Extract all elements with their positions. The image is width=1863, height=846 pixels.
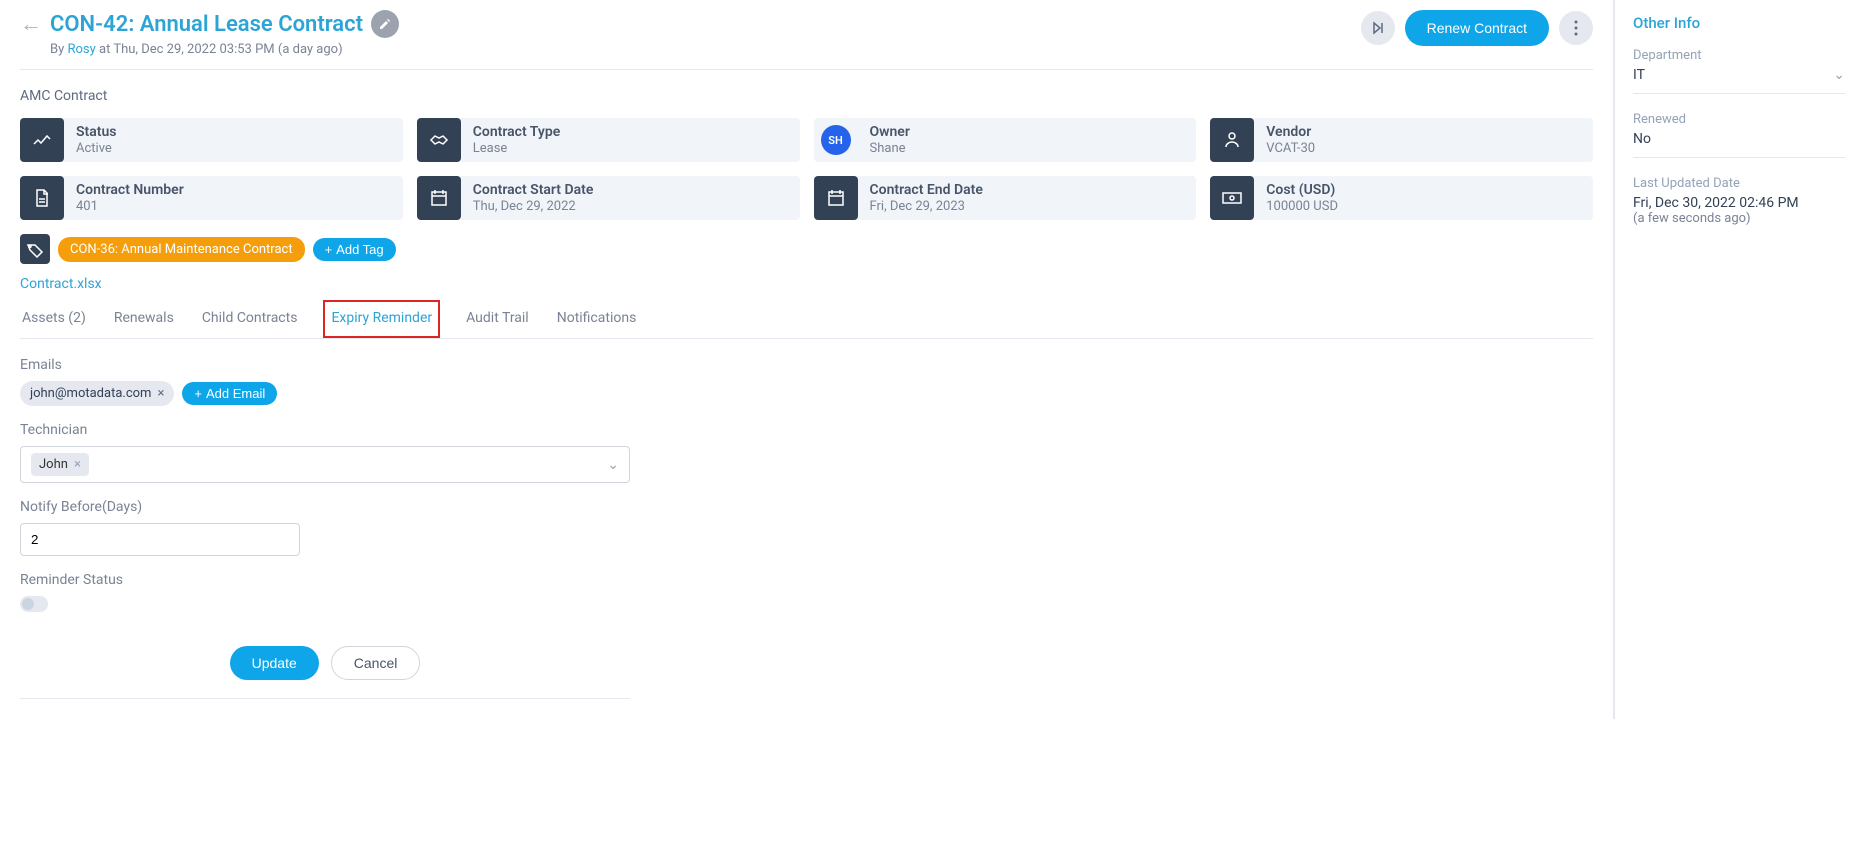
tab-renewals[interactable]: Renewals: [112, 300, 176, 338]
remove-email-icon[interactable]: ×: [157, 386, 164, 401]
tag-icon: [20, 234, 50, 264]
back-arrow-icon[interactable]: ←: [20, 11, 42, 37]
chart-line-icon: [31, 129, 53, 151]
tab-notifications[interactable]: Notifications: [555, 300, 639, 338]
reminder-status-label: Reminder Status: [20, 572, 630, 588]
contract-number-card: Contract Number 401: [20, 176, 403, 220]
edit-button[interactable]: [371, 10, 399, 38]
notify-before-input[interactable]: [20, 523, 300, 556]
department-select[interactable]: IT ⌄: [1633, 67, 1845, 83]
related-contract-chip[interactable]: CON-36: Annual Maintenance Contract: [58, 237, 305, 262]
end-date-card: Contract End Date Fri, Dec 29, 2023: [814, 176, 1197, 220]
sidebar-title: Other Info: [1633, 14, 1845, 32]
status-card: Status Active: [20, 118, 403, 162]
renewed-label: Renewed: [1633, 112, 1845, 127]
remove-technician-icon[interactable]: ×: [74, 457, 81, 472]
attachment-link[interactable]: Contract.xlsx: [20, 276, 102, 292]
tab-child-contracts[interactable]: Child Contracts: [200, 300, 300, 338]
money-icon: [1221, 188, 1243, 208]
tag-shape-icon: [26, 240, 44, 258]
reminder-status-toggle[interactable]: [20, 596, 48, 612]
more-actions-button[interactable]: [1559, 11, 1593, 45]
chevron-down-icon: ⌄: [1833, 67, 1845, 83]
user-icon: [1221, 129, 1243, 151]
cost-icon: [1210, 176, 1254, 220]
technician-select[interactable]: John × ⌄: [20, 446, 630, 483]
other-info-sidebar: Other Info Department IT ⌄ Renewed No La…: [1613, 0, 1863, 719]
cancel-button[interactable]: Cancel: [331, 646, 421, 680]
notify-before-label: Notify Before(Days): [20, 499, 630, 515]
update-button[interactable]: Update: [230, 646, 319, 680]
handshake-icon: [428, 129, 450, 151]
end-date-icon: [814, 176, 858, 220]
owner-card: SH Owner Shane: [814, 118, 1197, 162]
more-vertical-icon: [1574, 20, 1578, 36]
tab-assets[interactable]: Assets (2): [20, 300, 88, 338]
start-date-card: Contract Start Date Thu, Dec 29, 2022: [417, 176, 800, 220]
contract-number-icon: [20, 176, 64, 220]
skip-button[interactable]: [1361, 11, 1395, 45]
add-tag-button[interactable]: + Add Tag: [313, 238, 396, 261]
plus-icon: +: [194, 386, 202, 401]
contract-type-card: Contract Type Lease: [417, 118, 800, 162]
technician-label: Technician: [20, 422, 630, 438]
last-updated-ago: (a few seconds ago): [1633, 211, 1845, 226]
contract-type-icon: [417, 118, 461, 162]
page-title: CON-42: Annual Lease Contract: [50, 12, 363, 37]
skip-forward-icon: [1371, 21, 1385, 35]
add-email-button[interactable]: + Add Email: [182, 382, 277, 405]
renew-contract-button[interactable]: Renew Contract: [1405, 10, 1549, 46]
cost-card: Cost (USD) 100000 USD: [1210, 176, 1593, 220]
tab-audit-trail[interactable]: Audit Trail: [464, 300, 531, 338]
toggle-knob: [22, 598, 34, 610]
last-updated-value: Fri, Dec 30, 2022 02:46 PM: [1633, 195, 1845, 211]
vendor-card: Vendor VCAT-30: [1210, 118, 1593, 162]
vendor-icon: [1210, 118, 1254, 162]
calendar-icon: [826, 188, 846, 208]
tab-expiry-reminder[interactable]: Expiry Reminder: [323, 300, 440, 338]
plus-icon: +: [325, 242, 333, 257]
contract-category: AMC Contract: [20, 88, 1593, 104]
author-link[interactable]: Rosy: [68, 42, 96, 57]
last-updated-label: Last Updated Date: [1633, 176, 1845, 191]
tab-bar: Assets (2) Renewals Child Contracts Expi…: [20, 300, 1593, 339]
pencil-icon: [378, 17, 392, 31]
emails-label: Emails: [20, 357, 630, 373]
department-label: Department: [1633, 48, 1845, 63]
technician-chip: John ×: [31, 453, 89, 476]
tag-row: CON-36: Annual Maintenance Contract + Ad…: [20, 234, 1593, 264]
email-chip: john@motadata.com ×: [20, 381, 174, 406]
chevron-down-icon: ⌄: [607, 457, 619, 473]
status-icon: [20, 118, 64, 162]
owner-avatar: SH: [821, 125, 851, 155]
renewed-value: No: [1633, 131, 1845, 147]
calendar-icon: [429, 188, 449, 208]
page-header: ← CON-42: Annual Lease Contract By Rosy …: [20, 10, 1593, 70]
start-date-icon: [417, 176, 461, 220]
page-subtitle: By Rosy at Thu, Dec 29, 2022 03:53 PM (a…: [50, 42, 399, 57]
document-icon: [32, 188, 52, 208]
